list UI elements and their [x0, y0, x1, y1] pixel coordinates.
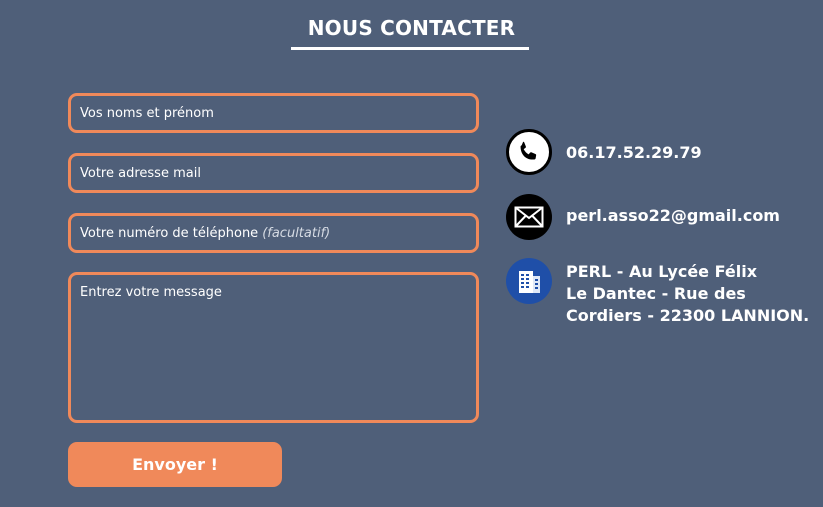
phone-field[interactable]: Votre numéro de téléphone (facultatif)	[68, 213, 479, 253]
contact-email[interactable]: perl.asso22@gmail.com	[566, 205, 780, 227]
phone-placeholder: Votre numéro de téléphone	[80, 225, 259, 241]
email-field[interactable]: Votre adresse mail	[68, 153, 479, 193]
building-icon	[506, 258, 552, 304]
phone-icon	[506, 129, 552, 175]
name-field[interactable]: Vos noms et prénom	[68, 93, 479, 133]
address-line: Le Dantec - Rue des	[566, 284, 746, 303]
name-placeholder: Vos noms et prénom	[80, 105, 214, 121]
page-title: NOUS CONTACTER	[307, 16, 516, 40]
mail-icon	[506, 194, 552, 240]
phone-optional-label: (facultatif)	[262, 225, 331, 241]
address-line: PERL - Au Lycée Félix	[566, 262, 758, 281]
contact-phone[interactable]: 06.17.52.29.79	[566, 142, 702, 164]
send-button[interactable]: Envoyer !	[68, 442, 282, 487]
message-field[interactable]: Entrez votre message	[68, 272, 479, 423]
email-placeholder: Votre adresse mail	[80, 165, 201, 181]
contact-address: PERL - Au Lycée Félix Le Dantec - Rue de…	[566, 261, 821, 327]
address-line: Cordiers - 22300 LANNION.	[566, 306, 810, 325]
title-underline	[291, 47, 529, 50]
message-placeholder: Entrez votre message	[80, 285, 222, 300]
